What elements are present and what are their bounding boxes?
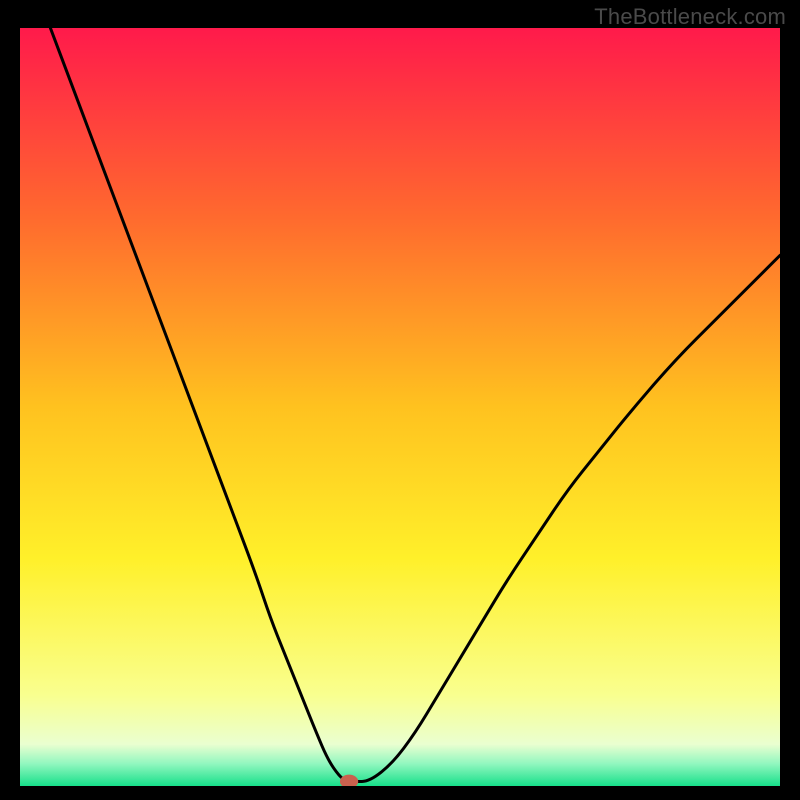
gradient-background [20, 28, 780, 786]
plot-area [20, 28, 780, 786]
watermark-text: TheBottleneck.com [594, 4, 786, 30]
chart-frame: TheBottleneck.com [0, 0, 800, 800]
chart-svg [20, 28, 780, 786]
